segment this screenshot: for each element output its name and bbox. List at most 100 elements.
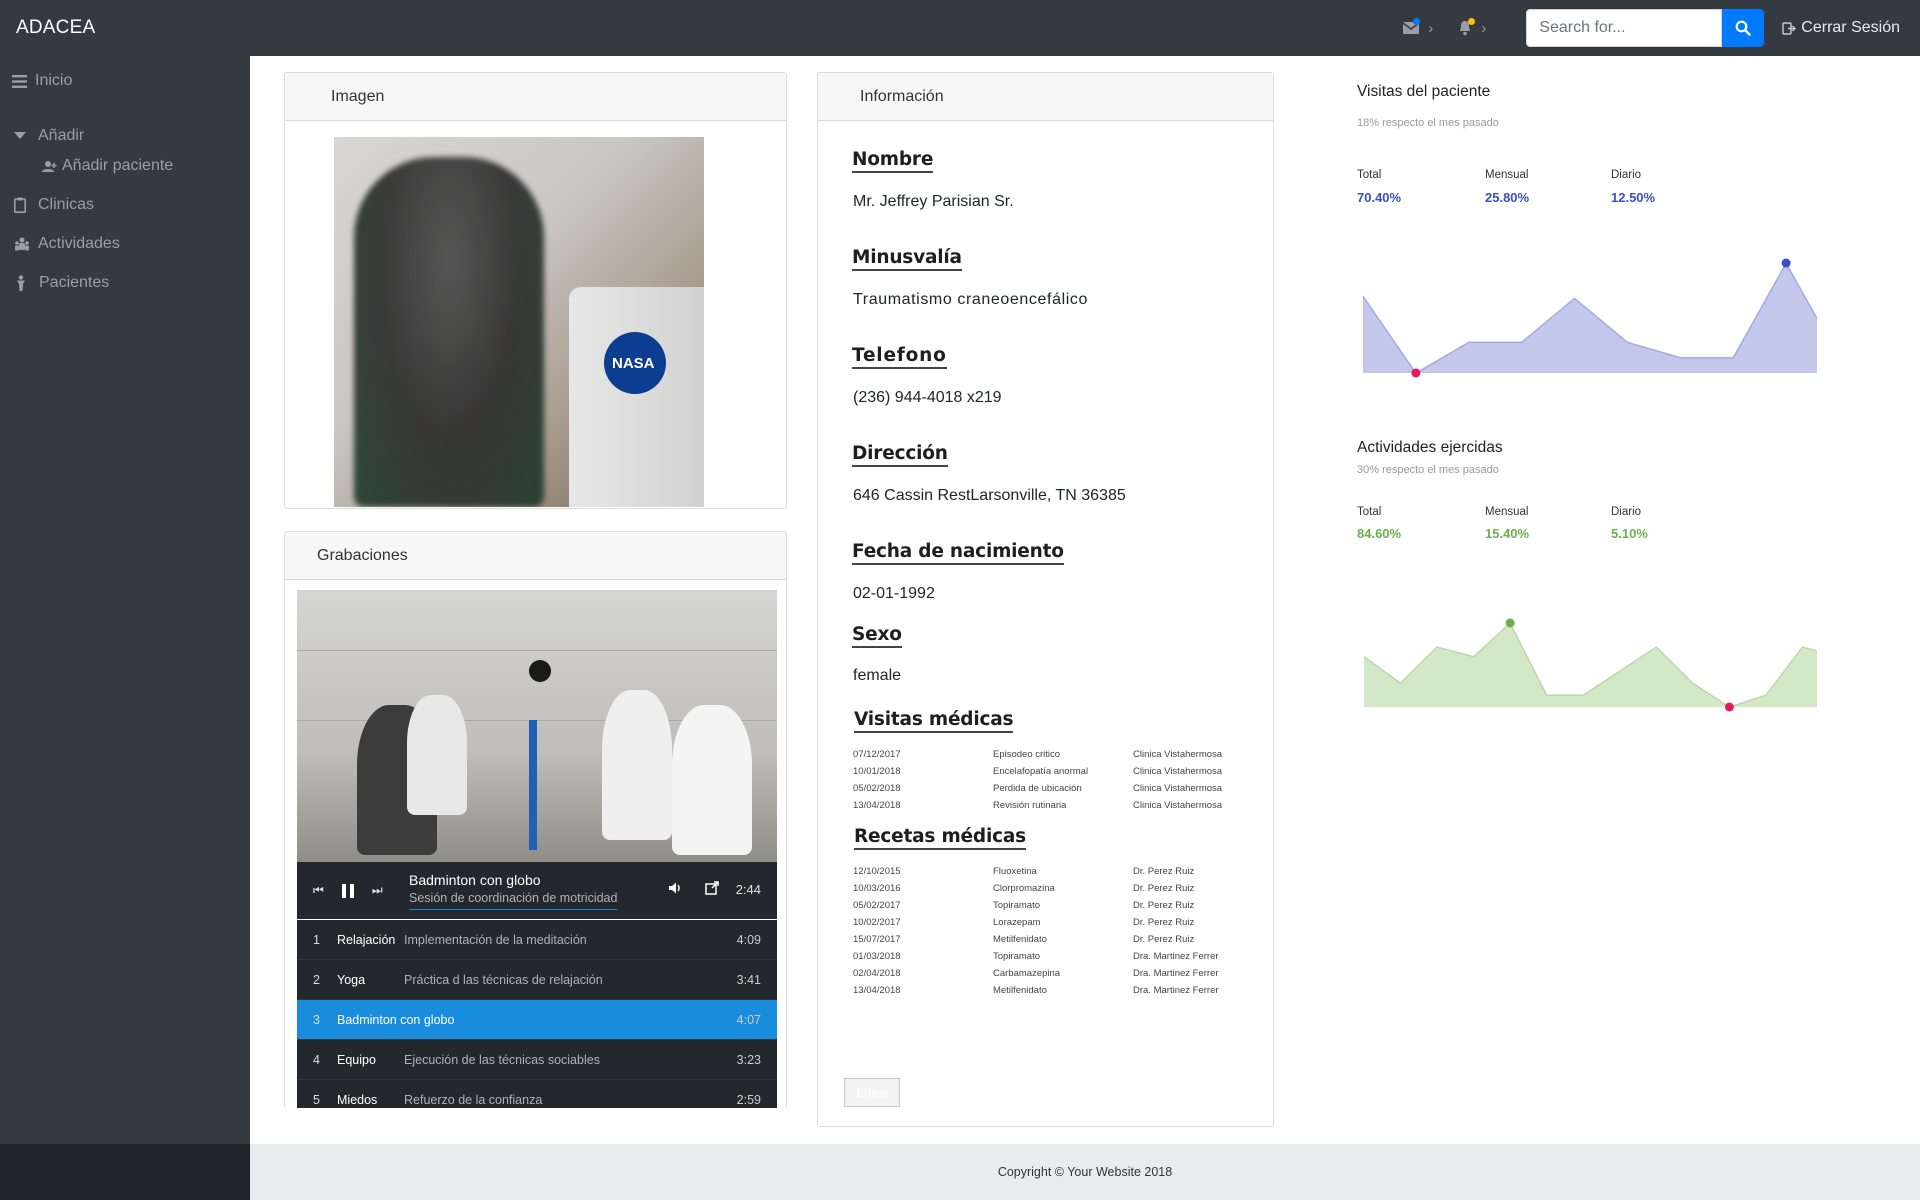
recipe-drug: Fluoxetina xyxy=(993,866,1037,877)
minusvalia-label: Minusvalía xyxy=(852,247,962,271)
recipe-drug: Clorpromazina xyxy=(993,883,1055,894)
playlist-item[interactable]: 4 Equipo Ejecución de las técnicas socia… xyxy=(297,1040,777,1080)
stat-label: Diario xyxy=(1611,506,1642,518)
recipe-date: 10/03/2016 xyxy=(853,883,901,894)
visit-date: 07/12/2017 xyxy=(853,749,901,760)
visit-date: 05/02/2018 xyxy=(853,783,901,794)
recipe-doctor: Dr. Perez Ruiz xyxy=(1133,866,1195,877)
brand-logo[interactable]: ADACEA xyxy=(16,17,95,39)
recipe-doctor: Dra. Martinez Ferrer xyxy=(1133,968,1219,979)
sidebar-item-label: Actividades xyxy=(38,235,120,252)
logout-link[interactable]: Cerrar Sesión xyxy=(1782,19,1900,37)
playlist-item[interactable]: 2 Yoga Práctica d las técnicas de relaja… xyxy=(297,960,777,1000)
telefono-label: Telefono xyxy=(852,345,947,369)
video-person xyxy=(672,705,752,855)
chart-area-fill xyxy=(1363,263,1817,373)
minusvalia-value: Traumatismo craneoencefálico xyxy=(853,291,1088,308)
fecha-nacimiento-value: 02-01-1992 xyxy=(853,585,935,602)
info-card-title: Información xyxy=(860,87,944,105)
recordings-card-title: Grabaciones xyxy=(317,546,408,564)
playlist-item[interactable]: 5 Miedos Refuerzo de la confianza 2:59 xyxy=(297,1080,777,1108)
previous-track-icon[interactable]: ⏮ xyxy=(313,883,324,898)
stat-value: 84.60% xyxy=(1357,526,1402,541)
visit-date: 10/01/2018 xyxy=(853,766,901,777)
direccion-label: Dirección xyxy=(852,443,948,467)
chart-data-point[interactable] xyxy=(1724,702,1734,712)
visits-area-chart xyxy=(1362,258,1817,378)
external-link-icon[interactable] xyxy=(705,881,719,895)
recipe-drug: Metilfenidato xyxy=(993,985,1047,996)
track-description: Ejecución de las técnicas sociables xyxy=(404,1053,600,1067)
video-person xyxy=(407,695,467,815)
stat-value: 15.40% xyxy=(1485,526,1530,541)
visit-clinic: Clinica Vistahermosa xyxy=(1133,749,1223,760)
track-duration: 2:59 xyxy=(736,1093,761,1107)
sidebar-item-actividades[interactable]: Actividades xyxy=(14,235,120,253)
patient-photo: NASA xyxy=(334,137,704,507)
stat-label: Mensual xyxy=(1485,169,1529,181)
clipboard-icon xyxy=(14,197,26,213)
sidebar-item-clinicas[interactable]: Clinicas xyxy=(14,196,94,214)
recordings-card: Grabaciones ⏮ ⏭ Badminton con globo Sesi… xyxy=(284,531,787,1108)
visitas-medicas-title: Visitas médicas xyxy=(854,709,1014,733)
recipe-drug: Carbamazepina xyxy=(993,968,1061,979)
video-frame[interactable] xyxy=(297,590,777,862)
visit-date: 13/04/2018 xyxy=(853,800,901,811)
visit-reason: Perdida de ubicación xyxy=(993,783,1082,794)
messages-indicator xyxy=(1413,17,1421,25)
activities-chart-block: Actividades ejercidas 30% respecto el me… xyxy=(1357,439,1817,729)
volume-icon[interactable] xyxy=(669,882,683,894)
direccion-value: 646 Cassin RestLarsonville, TN 36385 xyxy=(853,487,1126,504)
visit-reason: Revisión rutinaria xyxy=(993,800,1067,811)
chart-data-point[interactable] xyxy=(1411,368,1421,378)
messages-dropdown[interactable]: › xyxy=(1402,17,1433,37)
telefono-value: (236) 944-4018 x219 xyxy=(853,389,1002,406)
person-icon xyxy=(17,275,25,291)
visit-reason: Episodeo critico xyxy=(993,749,1061,760)
sidebar-item-pacientes[interactable]: Pacientes xyxy=(16,274,109,292)
track-title: Badminton con globo xyxy=(337,1013,455,1027)
pause-icon[interactable] xyxy=(341,883,354,898)
sidebar-footer xyxy=(0,1144,250,1200)
recipe-date: 15/07/2017 xyxy=(853,934,901,945)
next-track-icon[interactable]: ⏭ xyxy=(372,883,383,898)
user-plus-icon xyxy=(42,160,57,172)
recipe-date: 10/02/2017 xyxy=(853,917,901,928)
track-title: Relajación xyxy=(337,933,396,947)
now-playing-subtitle: Sesión de coordinación de motricidad xyxy=(409,891,618,910)
video-flag xyxy=(529,720,537,850)
playlist-item[interactable]: 1 Relajación Implementación de la medita… xyxy=(297,920,777,960)
track-duration: 4:07 xyxy=(736,1013,761,1027)
track-title: Miedos xyxy=(337,1093,378,1107)
stat-value: 12.50% xyxy=(1611,190,1656,205)
sidebar-item-inicio[interactable]: Inicio xyxy=(12,72,72,90)
search-input[interactable] xyxy=(1526,9,1723,47)
visit-clinic: Clinica Vistahermosa xyxy=(1133,766,1223,777)
footer: Copyright © Your Website 2018 xyxy=(250,1144,1920,1200)
playlist-item-active[interactable]: 3 Badminton con globo 4:07 xyxy=(297,1000,777,1040)
alerts-dropdown[interactable]: › xyxy=(1457,17,1486,37)
playlist: 1 Relajación Implementación de la medita… xyxy=(297,920,777,1108)
chart-data-point[interactable] xyxy=(1505,618,1515,628)
edit-button[interactable]: Editar xyxy=(844,1078,900,1107)
recipe-doctor: Dra. Martinez Ferrer xyxy=(1133,951,1219,962)
logout-label: Cerrar Sesión xyxy=(1801,19,1900,36)
sexo-label: Sexo xyxy=(852,624,902,648)
photo-laptop-shape xyxy=(569,287,704,507)
sidebar: Inicio Añadir Añadir paciente Clinicas A… xyxy=(0,56,250,1144)
stat-value: 70.40% xyxy=(1357,190,1402,205)
chart-data-point[interactable] xyxy=(1781,258,1791,268)
chart-area-fill xyxy=(1364,623,1817,707)
sidebar-item-anadir[interactable]: Añadir xyxy=(14,127,84,145)
recipe-doctor: Dr. Perez Ruiz xyxy=(1133,883,1195,894)
search-button[interactable] xyxy=(1722,9,1765,47)
recipe-drug: Topiramato xyxy=(993,951,1040,962)
video-person xyxy=(602,690,672,840)
track-duration: 4:09 xyxy=(736,933,761,947)
recipe-drug: Metilfenidato xyxy=(993,934,1047,945)
activities-area-chart xyxy=(1363,618,1817,712)
sidebar-item-anadir-paciente[interactable]: Añadir paciente xyxy=(42,157,173,175)
track-description: Práctica d las técnicas de relajación xyxy=(404,973,603,987)
top-navbar: ADACEA › › Cerrar Sesión xyxy=(0,0,1920,56)
alerts-indicator xyxy=(1468,17,1476,25)
